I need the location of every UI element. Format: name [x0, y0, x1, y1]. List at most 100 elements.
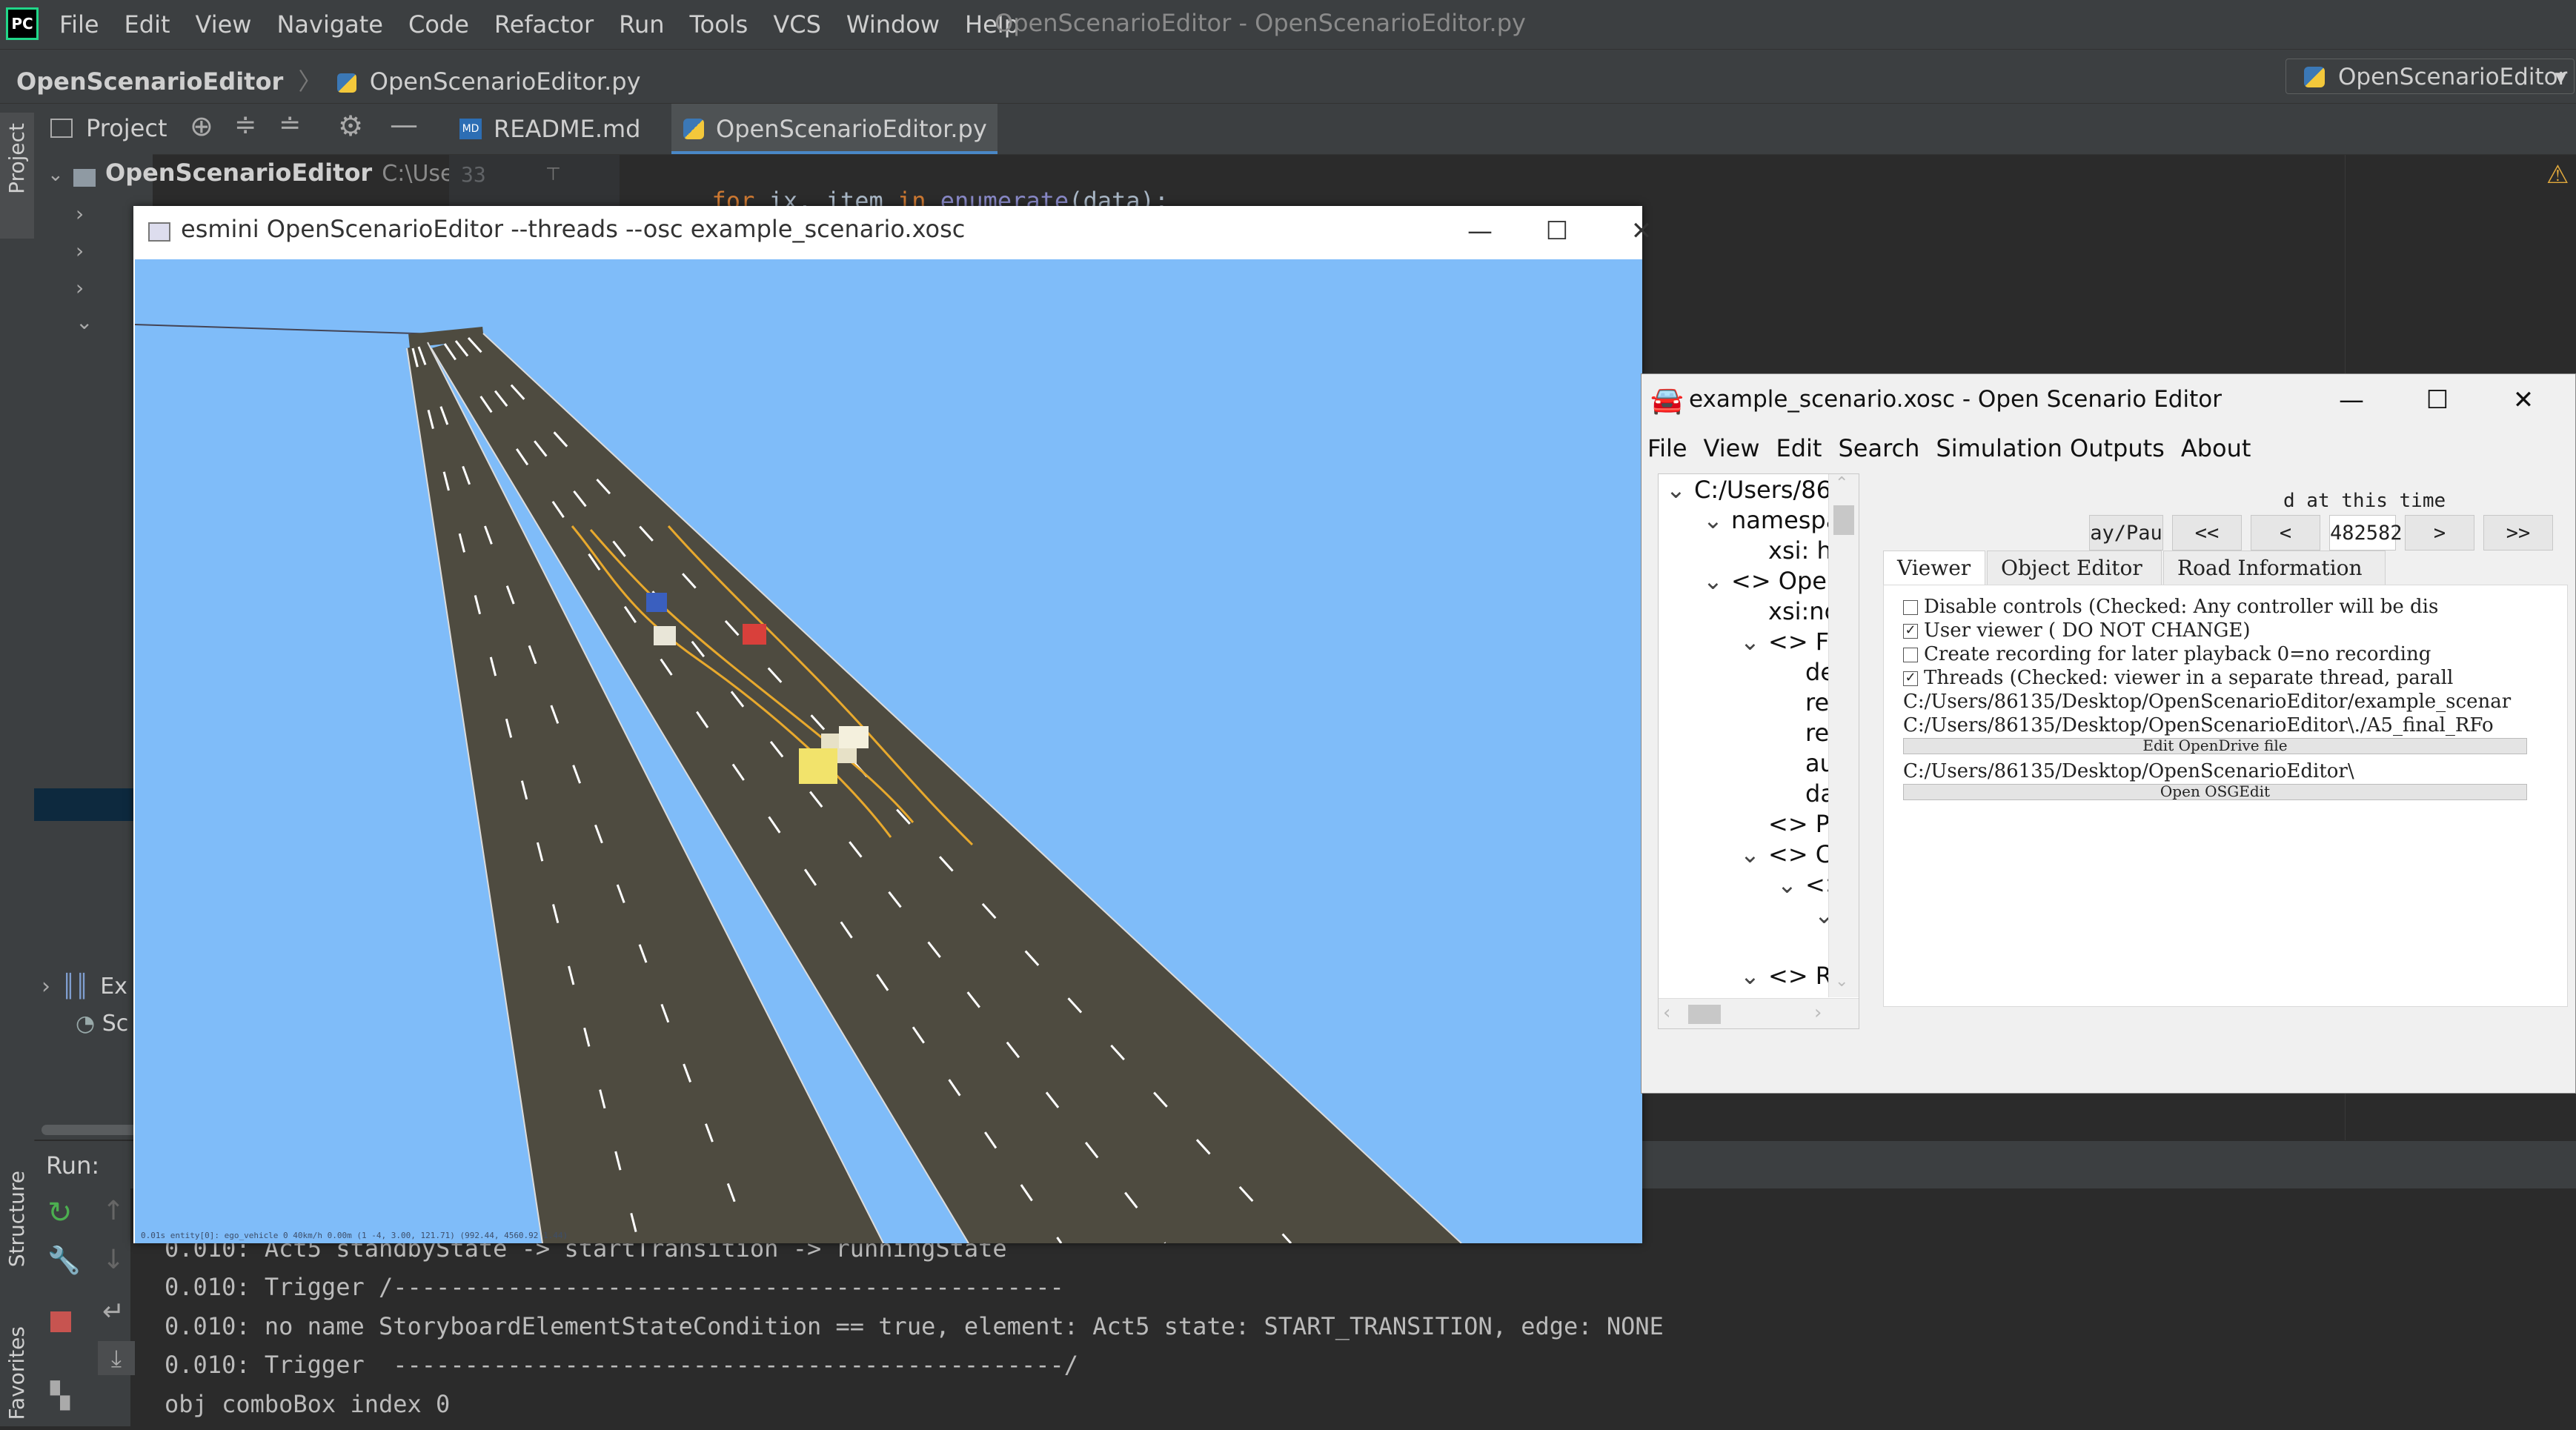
- close-button[interactable]: ✕: [1601, 206, 1682, 256]
- checkbox-checked[interactable]: ✓: [1903, 671, 1918, 686]
- menu-code[interactable]: Code: [408, 10, 484, 39]
- scenario-path[interactable]: C:/Users/86135/Desktop/OpenScenarioEdito…: [1903, 691, 2511, 713]
- close-button[interactable]: ✕: [2480, 374, 2566, 426]
- ose-tree-node[interactable]: ⌄ <> Fil: [1740, 628, 1841, 656]
- tab-object-editor[interactable]: Object Editor: [1987, 551, 2162, 585]
- ose-tree-node[interactable]: ⌄ <> Open: [1703, 567, 1842, 595]
- ose-tree-node[interactable]: re: [1777, 719, 1829, 747]
- ose-menu-simulation-outputs[interactable]: Simulation Outputs: [1936, 434, 2164, 462]
- ose-tree-node[interactable]: au: [1777, 749, 1835, 777]
- project-view-select[interactable]: Project: [86, 114, 167, 142]
- fold-marker-icon[interactable]: ⊤: [545, 164, 561, 184]
- tree-chevron-icon[interactable]: ›: [76, 202, 84, 226]
- down-arrow-icon[interactable]: ↓: [102, 1245, 125, 1275]
- chevron-down-icon[interactable]: ⌄: [1666, 476, 1694, 504]
- ose-tree-node[interactable]: re: [1777, 688, 1829, 716]
- favorites-tool-button[interactable]: Favorites: [0, 1319, 34, 1430]
- chevron-down-icon[interactable]: ⌄: [1740, 628, 1768, 656]
- structure-tool-button[interactable]: Structure: [0, 1163, 34, 1304]
- hide-panel-icon[interactable]: —: [390, 108, 418, 141]
- run-config-select[interactable]: OpenScenarioEditor ▾: [2285, 59, 2575, 94]
- osg-path[interactable]: C:/Users/86135/Desktop/OpenScenarioEdito…: [1903, 760, 2354, 782]
- minimize-button[interactable]: —: [1439, 206, 1521, 256]
- option-threads[interactable]: ✓ Threads (Checked: viewer in a separate …: [1903, 667, 2453, 689]
- up-arrow-icon[interactable]: ↑: [102, 1196, 125, 1226]
- expand-all-icon[interactable]: ≑: [234, 110, 256, 140]
- ose-menu-about[interactable]: About: [2181, 434, 2251, 462]
- chevron-down-icon[interactable]: ⌄: [1740, 840, 1768, 868]
- ose-tree-node[interactable]: ⌄ C:/Users/861: [1666, 476, 1846, 504]
- chevron-down-icon[interactable]: ⌄: [1777, 871, 1805, 899]
- stop-icon[interactable]: [50, 1311, 71, 1332]
- scroll-up-icon[interactable]: ⌃: [1835, 474, 1848, 493]
- chevron-down-icon[interactable]: ⌄: [1740, 962, 1768, 990]
- menu-refactor[interactable]: Refactor: [494, 10, 608, 39]
- menu-view[interactable]: View: [196, 10, 267, 39]
- edit-opendrive-button[interactable]: Edit OpenDrive file: [1903, 738, 2527, 754]
- tab-openscenarioeditor[interactable]: OpenScenarioEditor.py ✕: [671, 104, 997, 193]
- checkbox-unchecked[interactable]: [1903, 648, 1918, 662]
- checkbox-unchecked[interactable]: [1903, 600, 1918, 615]
- ose-tree-node[interactable]: xsi:no: [1740, 597, 1839, 625]
- tab-viewer[interactable]: Viewer: [1883, 551, 1985, 585]
- ose-menu-file[interactable]: File: [1647, 434, 1687, 462]
- tree-chevron-icon[interactable]: ›: [76, 276, 84, 300]
- menu-file[interactable]: File: [59, 10, 114, 39]
- tree-row-scratches[interactable]: ◔ Sc: [76, 1011, 128, 1037]
- soft-wrap-icon[interactable]: ↵: [102, 1297, 125, 1327]
- tree-root-row[interactable]: ⌄ OpenScenarioEditor C:\Users: [34, 159, 474, 191]
- ose-menu-search[interactable]: Search: [1838, 434, 1919, 462]
- menu-edit[interactable]: Edit: [125, 10, 185, 39]
- tab-readme[interactable]: MD README.md ✕: [449, 104, 671, 193]
- collapse-all-icon[interactable]: ≐: [279, 110, 301, 140]
- tab-road-information[interactable]: Road Information: [2163, 551, 2386, 585]
- prev-frame-button[interactable]: <: [2251, 515, 2320, 551]
- wrench-icon[interactable]: 🔧: [47, 1245, 81, 1276]
- breadcrumb-file[interactable]: OpenScenarioEditor.py: [370, 67, 641, 96]
- chevron-down-icon[interactable]: ⌄: [1703, 506, 1731, 534]
- chevron-down-icon[interactable]: ⌄: [1703, 567, 1731, 595]
- tree-chevron-icon[interactable]: ⌄: [76, 310, 93, 334]
- scroll-down-icon[interactable]: ⌄: [1835, 972, 1848, 991]
- tree-vscrollbar[interactable]: ⌃ ⌄: [1828, 474, 1859, 997]
- ose-tree-node[interactable]: da: [1777, 779, 1835, 808]
- tree-hscrollbar[interactable]: ‹ ›: [1659, 998, 1859, 1028]
- frame-input[interactable]: 482582: [2329, 515, 2403, 551]
- locate-icon[interactable]: ⊕: [190, 110, 213, 142]
- play-pause-button[interactable]: ay/Pau: [2089, 515, 2163, 551]
- maximize-button[interactable]: ☐: [2394, 374, 2480, 426]
- menu-window[interactable]: Window: [846, 10, 955, 39]
- opendrive-path[interactable]: C:/Users/86135/Desktop/OpenScenarioEdito…: [1903, 714, 2494, 736]
- first-frame-button[interactable]: <<: [2172, 515, 2242, 551]
- last-frame-button[interactable]: >>: [2483, 515, 2553, 551]
- scroll-left-icon[interactable]: ‹: [1663, 1002, 1670, 1024]
- next-frame-button[interactable]: >: [2405, 515, 2474, 551]
- open-osgedit-button[interactable]: Open OSGEdit: [1903, 784, 2527, 800]
- option-user-viewer[interactable]: ✓ User viewer ( DO NOT CHANGE): [1903, 619, 2251, 642]
- gear-icon[interactable]: ⚙: [338, 110, 363, 142]
- tree-row-external[interactable]: › ║║ Ex: [42, 974, 127, 1000]
- menu-navigate[interactable]: Navigate: [276, 10, 398, 39]
- scroll-right-icon[interactable]: ›: [1814, 1002, 1822, 1024]
- project-tool-button[interactable]: Project: [0, 113, 34, 239]
- ose-tree-node[interactable]: xsi: ht: [1740, 536, 1841, 565]
- scroll-thumb[interactable]: [1833, 505, 1854, 535]
- rerun-icon[interactable]: ↻: [47, 1196, 73, 1230]
- breadcrumb-project[interactable]: OpenScenarioEditor: [16, 67, 283, 96]
- checkbox-checked[interactable]: ✓: [1903, 624, 1918, 639]
- ose-menu-edit[interactable]: Edit: [1776, 434, 1822, 462]
- menu-run[interactable]: Run: [619, 10, 679, 39]
- minimize-button[interactable]: —: [2308, 374, 2394, 426]
- esmini-3d-view[interactable]: 0.01s entity[0]: ego_vehicle 0 40km/h 0.…: [135, 259, 1642, 1243]
- scroll-to-end-icon[interactable]: ⤓: [98, 1341, 135, 1375]
- project-scrollbar[interactable]: [42, 1125, 145, 1135]
- option-disable-controls[interactable]: Disable controls (Checked: Any controlle…: [1903, 596, 2438, 618]
- menu-vcs[interactable]: VCS: [773, 10, 836, 39]
- menu-tools[interactable]: Tools: [690, 10, 763, 39]
- warning-icon[interactable]: ⚠: [2546, 160, 2569, 190]
- tree-chevron-icon[interactable]: ›: [76, 239, 84, 263]
- ose-tree-node[interactable]: de: [1777, 658, 1835, 686]
- hscroll-thumb[interactable]: [1688, 1005, 1721, 1024]
- ose-tree-node[interactable]: ⌄ namespa: [1703, 506, 1840, 534]
- maximize-button[interactable]: ☐: [1516, 206, 1598, 256]
